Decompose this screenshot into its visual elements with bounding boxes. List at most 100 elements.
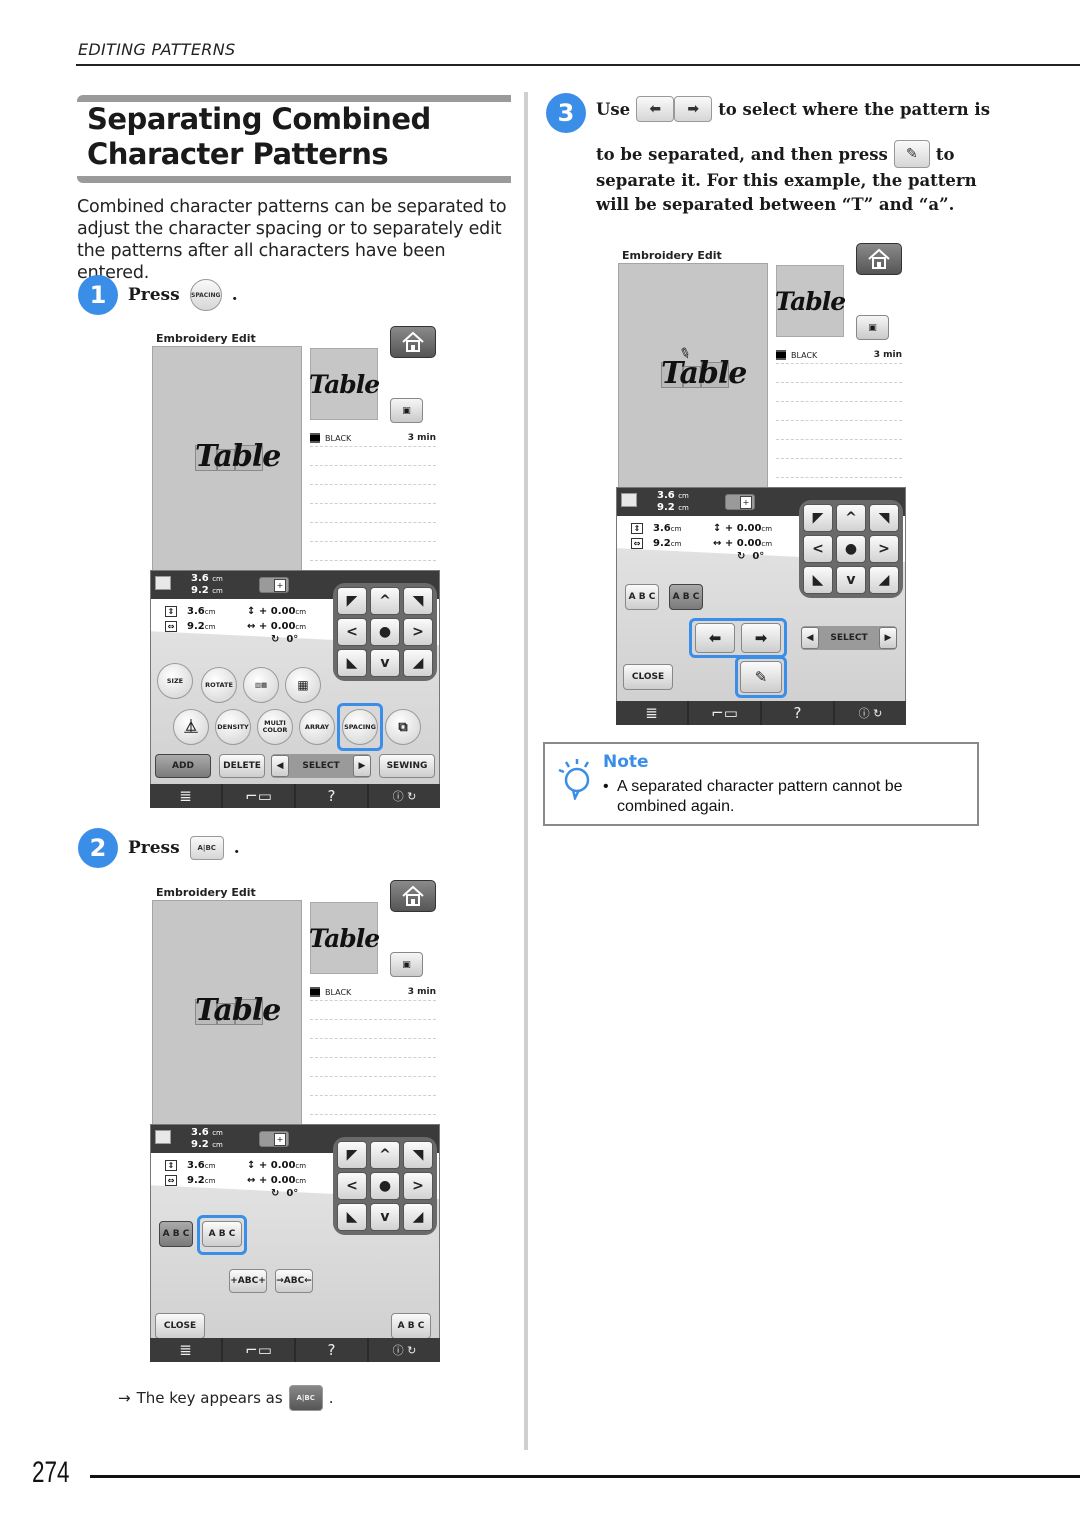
sewing-time: 3 min [407, 987, 436, 997]
empty-row [776, 421, 902, 440]
mirror-button[interactable]: ⏅ [173, 709, 209, 745]
frame-display-button[interactable]: ▣ [390, 398, 423, 423]
select-prev-button[interactable]: ◀ [801, 627, 819, 649]
nav-page-button[interactable]: ≣ [150, 1338, 221, 1362]
select-next-button[interactable]: ▶ [352, 755, 371, 777]
step-3-line-3: separate it. For this example, the patte… [596, 171, 977, 190]
center-button[interactable]: ● [836, 535, 866, 563]
border-button[interactable]: ⧉ [385, 709, 421, 745]
note-item: A separated character pattern cannot be … [603, 777, 963, 817]
move-up-button[interactable]: ^ [370, 1141, 400, 1169]
grid-icon: ▦ [297, 677, 309, 692]
delete-button[interactable]: DELETE [219, 754, 265, 778]
array-button[interactable]: ARRAY [299, 709, 335, 745]
select-label: SELECT [302, 761, 340, 771]
move-down-right-button[interactable]: ◢ [403, 1203, 433, 1231]
move-up-right-button[interactable]: ◥ [403, 587, 433, 615]
spacing-increase-button[interactable]: →ABC← [275, 1269, 313, 1293]
embroidery-canvas[interactable]: ✎ Table [618, 263, 768, 488]
size-button[interactable]: SIZE [157, 663, 193, 699]
nav-settings-button[interactable]: ⓘ ↻ [835, 701, 906, 725]
select-next-button[interactable]: ▶ [878, 627, 897, 649]
title-bar-bottom [77, 176, 511, 183]
frame-display-button[interactable]: ▣ [856, 315, 889, 340]
move-up-button[interactable]: ^ [370, 587, 400, 615]
step-text: to [935, 144, 955, 164]
move-down-left-button[interactable]: ◣ [337, 1203, 367, 1231]
move-up-right-button[interactable]: ◥ [403, 1141, 433, 1169]
nav-help-button[interactable]: ? [296, 1338, 367, 1362]
move-right-button[interactable]: > [869, 535, 899, 563]
move-up-right-button[interactable]: ◥ [869, 504, 899, 532]
spacing-decrease-button[interactable]: +ABC+ [229, 1269, 267, 1293]
nav-help-button[interactable]: ? [762, 701, 833, 725]
nav-help-button[interactable]: ? [296, 784, 367, 808]
nav-settings-button[interactable]: ⓘ ↻ [369, 1338, 440, 1362]
spacing-mode-button[interactable]: A B C [159, 1221, 193, 1247]
move-left-button[interactable]: < [803, 535, 833, 563]
spacing-button[interactable]: SPACING [342, 709, 378, 745]
frame-display-button[interactable]: ▣ [390, 952, 423, 977]
embroidery-edit-screen-2: Embroidery Edit Table Table ▣ BLACK 3 min… [150, 880, 440, 1366]
embroidery-canvas[interactable]: Table [152, 346, 302, 571]
close-button[interactable]: CLOSE [155, 1313, 205, 1339]
height-icon: ⇕ [631, 523, 643, 534]
density-button[interactable]: DENSITY [215, 709, 251, 745]
select-prev-button[interactable]: ◀ [271, 755, 289, 777]
bottom-nav: ≣ ⌐▭ ? ⓘ ↻ [616, 701, 906, 725]
move-right-button[interactable]: > [403, 618, 433, 646]
move-down-button[interactable]: v [370, 649, 400, 677]
move-up-button[interactable]: ^ [836, 504, 866, 532]
spacing-mode-button[interactable]: A B C [625, 584, 659, 610]
close-button[interactable]: CLOSE [623, 664, 673, 690]
title-bar-top [77, 95, 511, 102]
thread-row: BLACK 3 min [776, 347, 902, 364]
embroidery-canvas[interactable]: Table [152, 900, 302, 1125]
home-button[interactable] [390, 326, 436, 358]
sewing-time: 3 min [407, 433, 436, 443]
empty-row [776, 440, 902, 459]
move-cut-right-button[interactable]: ➡ [741, 623, 781, 653]
settings-icon: ⓘ ↻ [858, 707, 883, 720]
nav-machine-button[interactable]: ⌐▭ [689, 701, 760, 725]
height-readout: ⇕ 3.6cm [165, 606, 215, 617]
move-down-left-button[interactable]: ◣ [803, 566, 833, 594]
move-up-left-button[interactable]: ◤ [803, 504, 833, 532]
home-button[interactable] [856, 243, 902, 275]
sewing-button[interactable]: SEWING [379, 754, 435, 778]
move-down-button[interactable]: v [370, 1203, 400, 1231]
cut-button[interactable]: ✎ [740, 661, 782, 693]
nav-page-button[interactable]: ≣ [616, 701, 687, 725]
nav-machine-button[interactable]: ⌐▭ [223, 784, 294, 808]
select-label: SELECT [830, 633, 868, 643]
nav-machine-button[interactable]: ⌐▭ [223, 1338, 294, 1362]
home-button[interactable] [390, 880, 436, 912]
add-button[interactable]: ADD [155, 754, 211, 778]
nav-page-button[interactable]: ≣ [150, 784, 221, 808]
thread-palette-button[interactable]: ▥▦ [243, 667, 279, 703]
move-left-button[interactable]: < [337, 618, 367, 646]
nav-settings-button[interactable]: ⓘ ↻ [369, 784, 440, 808]
reset-spacing-button[interactable]: A B C [391, 1313, 431, 1339]
move-down-right-button[interactable]: ◢ [869, 566, 899, 594]
screen-title: Embroidery Edit [622, 249, 722, 262]
center-button[interactable]: ● [370, 618, 400, 646]
page-title: Separating Combined Character Patterns [87, 102, 431, 171]
section-label: EDITING PATTERNS [78, 40, 236, 59]
move-left-button[interactable]: < [337, 1172, 367, 1200]
separate-mode-button-active[interactable]: A B C [669, 584, 703, 610]
multi-color-button[interactable]: MULTI COLOR [257, 709, 293, 745]
move-down-left-button[interactable]: ◣ [337, 649, 367, 677]
center-button[interactable]: ● [370, 1172, 400, 1200]
move-down-right-button[interactable]: ◢ [403, 649, 433, 677]
move-up-left-button[interactable]: ◤ [337, 587, 367, 615]
grid-button[interactable]: ▦ [285, 667, 321, 703]
move-down-button[interactable]: v [836, 566, 866, 594]
move-right-button[interactable]: > [403, 1172, 433, 1200]
move-up-left-button[interactable]: ◤ [337, 1141, 367, 1169]
separate-mode-button[interactable]: A B C [202, 1221, 242, 1247]
lightbulb-note-icon [558, 759, 590, 800]
move-cut-left-button[interactable]: ⬅ [695, 623, 735, 653]
screen-title: Embroidery Edit [156, 332, 256, 345]
rotate-button[interactable]: ROTATE [201, 667, 237, 703]
